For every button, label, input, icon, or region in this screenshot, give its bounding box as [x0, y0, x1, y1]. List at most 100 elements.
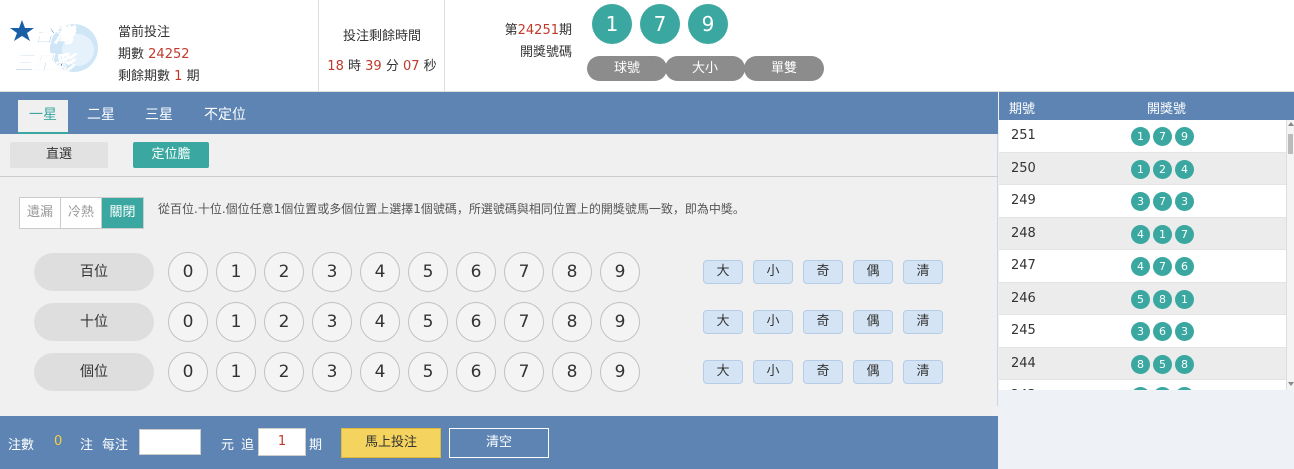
digit-button[interactable]: 7	[504, 302, 544, 342]
quick-small-button[interactable]: 小	[753, 260, 793, 284]
place-bet-button[interactable]: 馬上投注	[341, 428, 441, 458]
view-oddeven-button[interactable]: 單雙	[744, 56, 824, 81]
digit-button[interactable]: 5	[408, 352, 448, 392]
history-ball: 4	[1175, 159, 1194, 179]
digit-button[interactable]: 6	[456, 252, 496, 292]
quick-small-button[interactable]: 小	[753, 360, 793, 384]
digit-button[interactable]: 0	[168, 252, 208, 292]
mode-missing[interactable]: 遺漏	[20, 198, 61, 228]
bet-bar: 注數 0 注 每注 元 追 1 期 馬上投注 清空	[0, 416, 998, 469]
quick-big-button[interactable]: 大	[703, 360, 743, 384]
digit-button[interactable]: 0	[168, 302, 208, 342]
period-line: 期數 24252	[118, 44, 200, 66]
history-ball: 1	[1131, 159, 1150, 179]
digit-button[interactable]: 6	[456, 352, 496, 392]
draw-issue: 24251	[517, 23, 559, 38]
history-row: 246 5 8 1	[999, 282, 1286, 315]
history-list[interactable]: 251 1 7 9 250 1 2 4 249 3 7 3 248 4 1 7 247 4 7 6 246 5 8 1 245 3…	[999, 120, 1286, 390]
history-issue: 248	[1011, 225, 1036, 241]
digit-button[interactable]: 0	[168, 352, 208, 392]
digit-button[interactable]: 3	[312, 252, 352, 292]
view-size-button[interactable]: 大小	[665, 56, 745, 81]
digit-button[interactable]: 1	[216, 352, 256, 392]
digit-button[interactable]: 5	[408, 252, 448, 292]
clear-button[interactable]: 清空	[449, 428, 549, 458]
digit-button[interactable]: 3	[312, 352, 352, 392]
quick-clear-button[interactable]: 清	[903, 260, 943, 284]
position-label-hundreds: 百位	[34, 253, 154, 291]
quick-big-button[interactable]: 大	[703, 260, 743, 284]
history-ball: 7	[1153, 127, 1172, 146]
remaining-unit: 期	[186, 69, 200, 84]
history-scrollbar[interactable]	[1286, 120, 1294, 390]
current-bet-info: 當前投注 期數 24252 剩餘期數 1 期	[118, 22, 200, 88]
digit-button[interactable]: 2	[264, 352, 304, 392]
digit-button[interactable]: 9	[600, 252, 640, 292]
digit-button[interactable]: 8	[552, 252, 592, 292]
digit-button[interactable]: 4	[360, 302, 400, 342]
history-header: 期號 開獎號	[999, 92, 1294, 120]
mode-off[interactable]: 關閉	[102, 198, 143, 228]
tab-unpositioned[interactable]: 不定位	[196, 100, 254, 134]
mode-hotcold[interactable]: 冷熱	[61, 198, 102, 228]
quick-small-button[interactable]: 小	[753, 310, 793, 334]
history-ball	[1131, 387, 1150, 390]
draw-ball: 9	[688, 4, 728, 44]
quick-odd-button[interactable]: 奇	[803, 310, 843, 334]
tab-one-star[interactable]: 一星	[18, 100, 68, 134]
quick-clear-button[interactable]: 清	[903, 360, 943, 384]
scroll-up-icon[interactable]	[1288, 122, 1294, 126]
history-row: 245 3 6 3	[999, 315, 1286, 348]
history-ball: 8	[1175, 354, 1194, 374]
history-row: 249 3 7 3	[999, 185, 1286, 218]
scroll-down-icon[interactable]	[1288, 382, 1294, 386]
digit-button[interactable]: 4	[360, 352, 400, 392]
quick-clear-button[interactable]: 清	[903, 310, 943, 334]
digit-button[interactable]: 1	[216, 252, 256, 292]
digit-button[interactable]: 7	[504, 352, 544, 392]
quick-even-button[interactable]: 偶	[853, 360, 893, 384]
tab-two-star[interactable]: 二星	[78, 100, 124, 134]
digit-button[interactable]: 5	[408, 302, 448, 342]
chase-label: 追	[241, 438, 255, 453]
history-issue: 251	[1011, 128, 1036, 143]
history-ball: 7	[1153, 257, 1172, 276]
play-tabs: 一星 二星 三星 不定位	[0, 92, 998, 134]
history-ball: 6	[1153, 322, 1172, 341]
digit-button[interactable]: 8	[552, 302, 592, 342]
quick-odd-button[interactable]: 奇	[803, 260, 843, 284]
history-ball: 7	[1175, 224, 1194, 244]
digit-button[interactable]: 3	[312, 302, 352, 342]
subtab-direct[interactable]: 直選	[10, 142, 108, 168]
digit-button[interactable]: 9	[600, 302, 640, 342]
chase-periods-input[interactable]: 1	[258, 428, 306, 456]
digit-button[interactable]: 1	[216, 302, 256, 342]
subtab-position[interactable]: 定位膽	[133, 142, 209, 168]
per-bet-amount-input[interactable]	[139, 429, 201, 455]
digit-button[interactable]: 7	[504, 252, 544, 292]
timer-seconds: 07	[402, 59, 420, 74]
history-ball: 5	[1131, 289, 1150, 309]
view-ball-button[interactable]: 球號	[587, 56, 667, 81]
digit-button[interactable]: 8	[552, 352, 592, 392]
digit-button[interactable]: 6	[456, 302, 496, 342]
history-ball	[1175, 387, 1194, 390]
quick-big-button[interactable]: 大	[703, 310, 743, 334]
digit-button[interactable]: 2	[264, 302, 304, 342]
digit-button[interactable]: 9	[600, 352, 640, 392]
quick-even-button[interactable]: 偶	[853, 310, 893, 334]
digit-button[interactable]: 4	[360, 252, 400, 292]
tab-three-star[interactable]: 三星	[136, 100, 182, 134]
period-label: 期數	[118, 47, 145, 62]
timer-hours: 18	[327, 59, 344, 74]
period-value: 24252	[148, 47, 190, 62]
quick-even-button[interactable]: 偶	[853, 260, 893, 284]
digit-button[interactable]: 2	[264, 252, 304, 292]
quick-odd-button[interactable]: 奇	[803, 360, 843, 384]
draw-ball: 7	[640, 4, 680, 44]
position-label-tens: 十位	[34, 303, 154, 341]
divider	[444, 0, 445, 92]
scroll-thumb[interactable]	[1288, 134, 1293, 154]
history-ball: 3	[1175, 322, 1194, 341]
svg-text:三星彩: 三星彩	[14, 51, 78, 75]
